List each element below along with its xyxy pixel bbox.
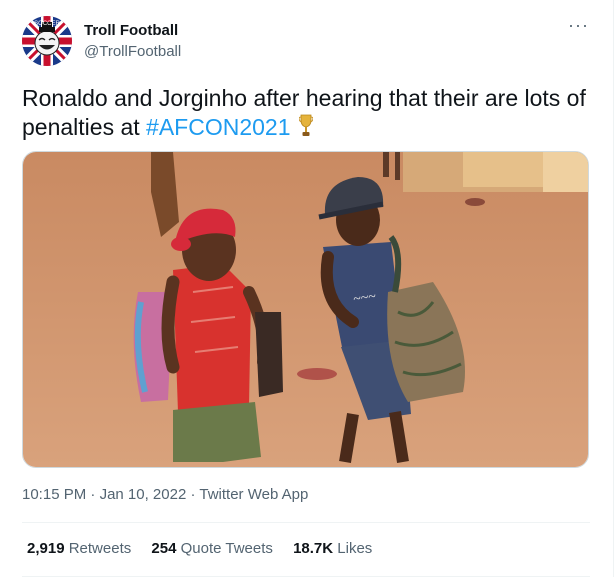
tweet-date[interactable]: Jan 10, 2022 xyxy=(100,486,187,503)
tweet-card: SOCCER Troll Football @TrollFootball ···… xyxy=(0,0,614,577)
author-name[interactable]: Troll Football xyxy=(84,22,178,39)
tweet-source[interactable]: Twitter Web App xyxy=(199,486,308,503)
author-handle[interactable]: @TrollFootball xyxy=(84,43,181,60)
tweet-timestamp[interactable]: 10:15 PM · Jan 10, 2022 · Twitter Web Ap… xyxy=(22,486,308,503)
avatar-logo-text: SOCCER xyxy=(34,21,60,27)
divider xyxy=(22,522,590,523)
hashtag-link[interactable]: #AFCON2021 xyxy=(146,114,290,140)
engagement-stats: 2,919 Retweets 254 Quote Tweets 18.7K Li… xyxy=(27,540,388,557)
meta-separator: · xyxy=(86,486,100,503)
likes-stat[interactable]: 18.7K Likes xyxy=(293,540,372,557)
trophy-icon xyxy=(298,114,313,136)
retweets-stat[interactable]: 2,919 Retweets xyxy=(27,540,131,557)
retweets-label: Retweets xyxy=(68,540,132,557)
likes-count: 18.7K xyxy=(293,540,334,557)
likes-label: Likes xyxy=(337,540,373,557)
author-avatar[interactable]: SOCCER xyxy=(22,16,72,66)
svg-text:~~~: ~~~ xyxy=(352,289,377,307)
retweets-count: 2,919 xyxy=(27,540,65,557)
more-options-icon[interactable]: ··· xyxy=(568,16,590,40)
tweet-text: Ronaldo and Jorginho after hearing that … xyxy=(22,84,592,142)
quotes-label: Quote Tweets xyxy=(180,540,273,557)
quote-tweets-stat[interactable]: 254 Quote Tweets xyxy=(151,540,272,557)
quotes-count: 254 xyxy=(151,540,177,557)
tweet-media-image[interactable]: ~~~ xyxy=(22,151,589,468)
tweet-time[interactable]: 10:15 PM xyxy=(22,486,86,503)
photo-two-boys-walking: ~~~ xyxy=(23,152,588,467)
meta-separator: · xyxy=(186,486,200,503)
